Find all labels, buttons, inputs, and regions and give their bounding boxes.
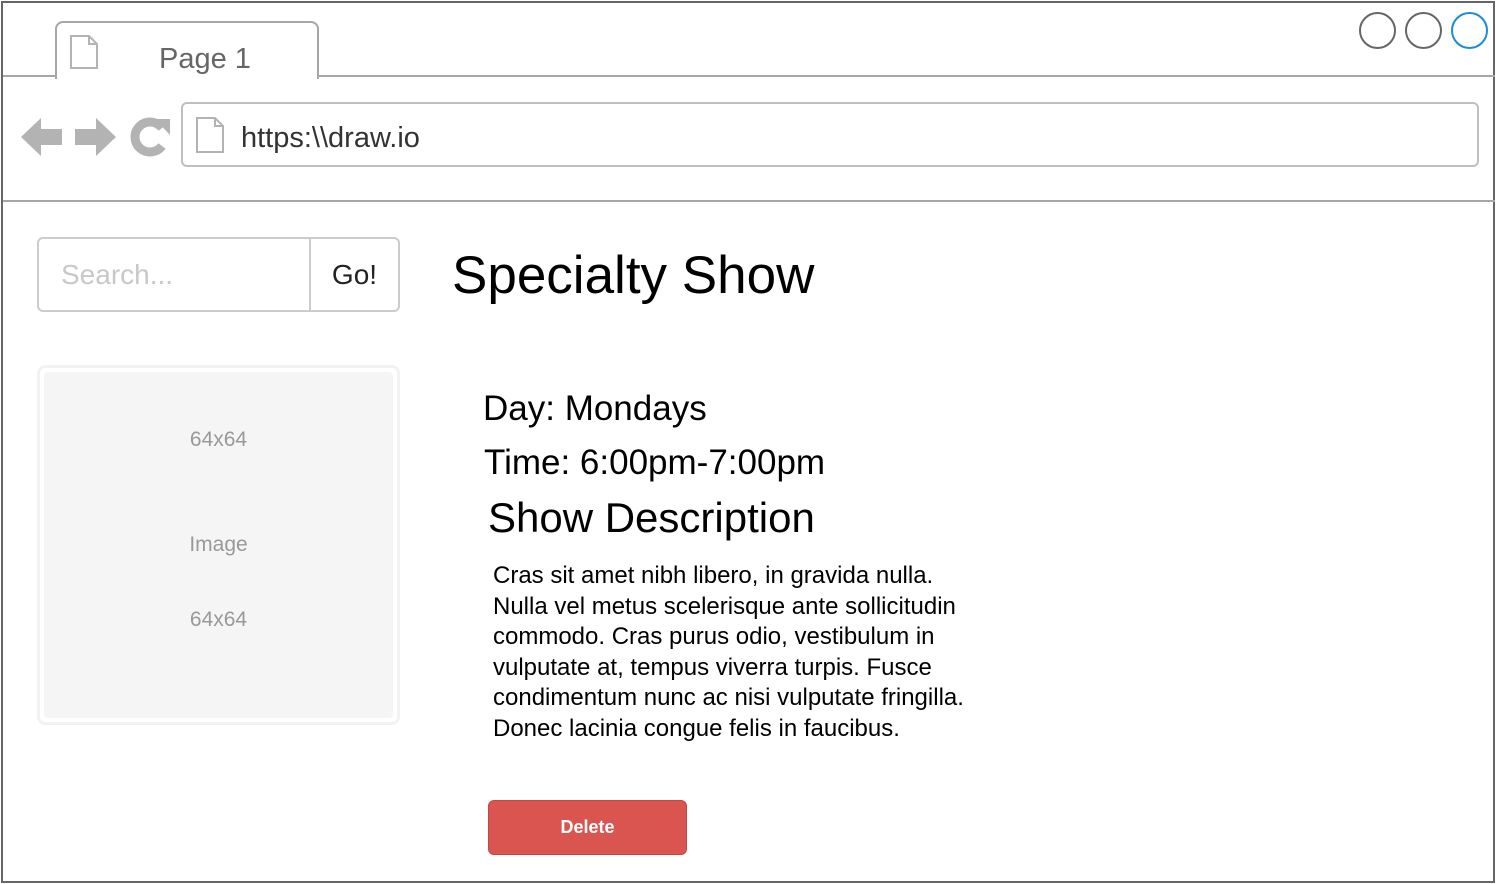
image-size-label: 64x64 xyxy=(189,428,248,451)
window-control-button[interactable] xyxy=(1405,12,1442,49)
page-icon xyxy=(196,117,224,153)
window-control-button[interactable] xyxy=(1451,12,1488,49)
image-label: Image xyxy=(189,533,248,556)
delete-button[interactable]: Delete xyxy=(488,800,687,855)
window-control-button[interactable] xyxy=(1359,12,1396,49)
search-input[interactable] xyxy=(39,239,309,310)
back-arrow-icon[interactable] xyxy=(20,115,64,159)
url-text: https:\\draw.io xyxy=(241,122,420,154)
address-bar[interactable]: https:\\draw.io xyxy=(181,102,1479,167)
show-day: Day: Mondays xyxy=(483,389,707,428)
toolbar-divider xyxy=(3,200,1495,202)
browser-tab[interactable]: Page 1 xyxy=(55,21,319,79)
image-placeholder-area: 64x64 Image 64x64 xyxy=(44,372,393,718)
image-placeholder: 64x64 Image 64x64 xyxy=(37,365,400,725)
refresh-icon[interactable] xyxy=(128,115,172,159)
image-size-label: 64x64 xyxy=(189,608,248,631)
forward-arrow-icon[interactable] xyxy=(73,115,117,159)
search-group: Go! xyxy=(37,237,400,312)
tab-label: Page 1 xyxy=(159,43,251,75)
show-description: Cras sit amet nibh libero, in gravida nu… xyxy=(493,562,964,742)
show-time: Time: 6:00pm-7:00pm xyxy=(484,443,826,482)
description-heading: Show Description xyxy=(488,494,815,541)
browser-window: Page 1 https:\\draw.io Go! 64x64 Image 6… xyxy=(1,1,1495,883)
page-icon xyxy=(70,35,98,69)
search-go-button[interactable]: Go! xyxy=(309,239,398,310)
page-title: Specialty Show xyxy=(452,246,815,305)
